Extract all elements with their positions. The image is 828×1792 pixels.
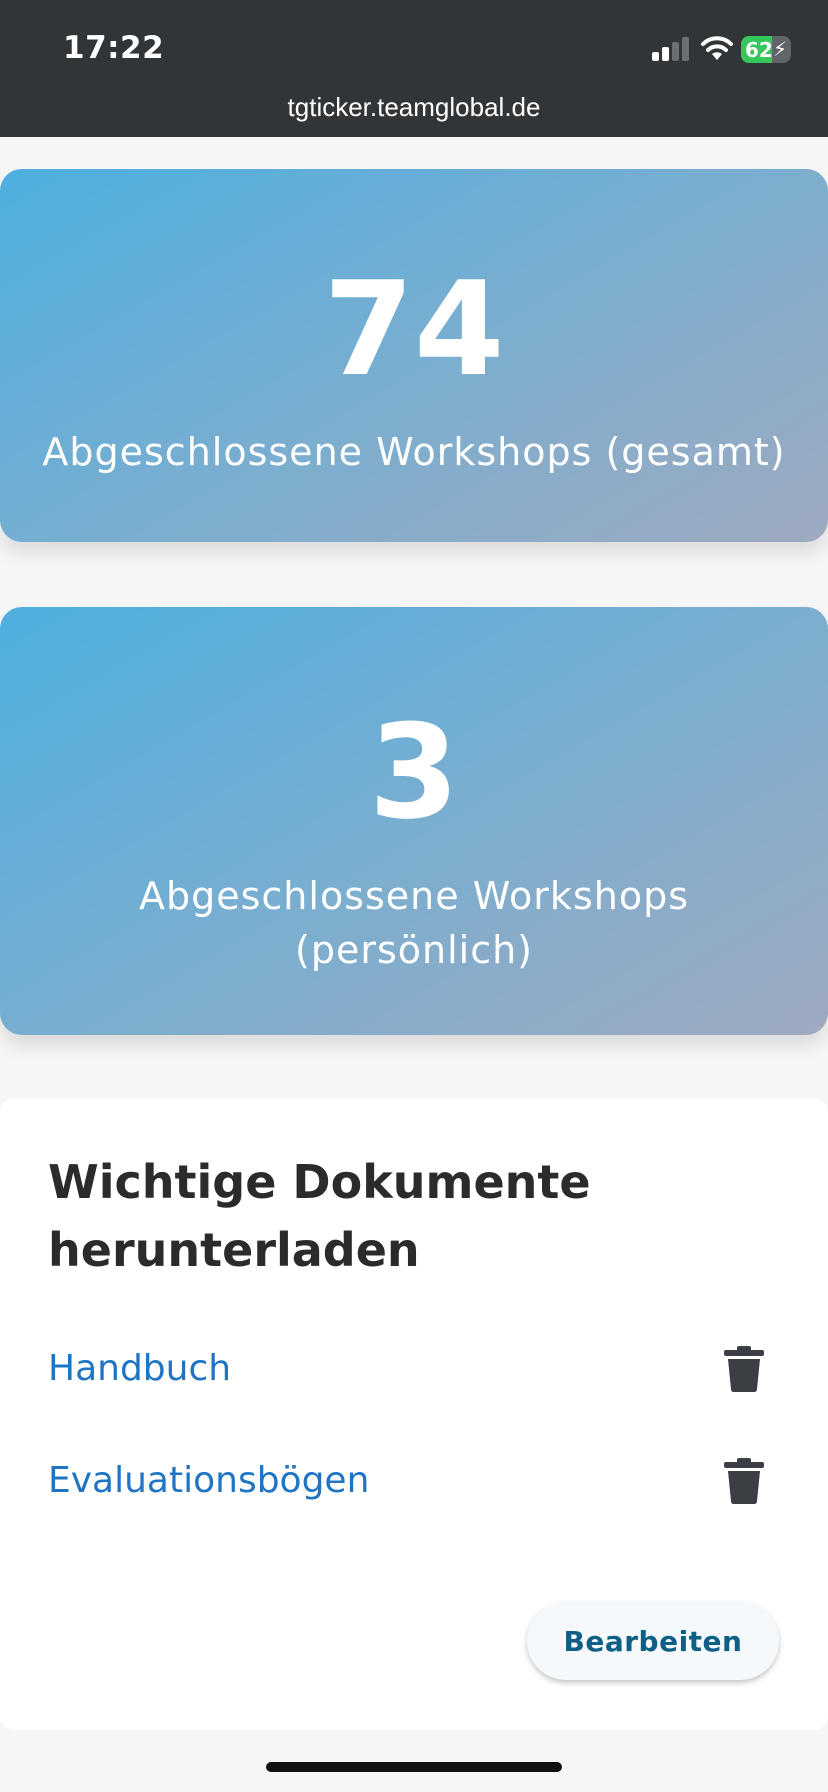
battery-percentage: 62 xyxy=(745,38,773,62)
stat-label: Abgeschlossene Workshops (persönlich) xyxy=(139,874,689,972)
wifi-icon xyxy=(701,36,733,60)
cellular-signal-icon xyxy=(652,37,690,61)
browser-url[interactable]: tgticker.teamglobal.de xyxy=(0,92,828,123)
status-bar: 17:22 62 ⚡ tgticker.teamglobal.de xyxy=(0,0,828,137)
document-row: Handbuch xyxy=(48,1340,764,1400)
stat-number: 3 xyxy=(368,696,460,848)
documents-card: Wichtige Dokumente herunterladen Handbuc… xyxy=(0,1098,828,1730)
stat-label: Abgeschlossene Workshops (gesamt) xyxy=(42,430,786,474)
battery-charging-icon: 62 ⚡ xyxy=(741,36,791,63)
edit-button[interactable]: Bearbeiten xyxy=(527,1602,779,1680)
home-indicator[interactable] xyxy=(266,1762,562,1772)
stat-number: 74 xyxy=(323,253,505,405)
document-link-handbuch[interactable]: Handbuch xyxy=(48,1348,231,1389)
documents-title: Wichtige Dokumente herunterladen xyxy=(48,1155,591,1277)
status-time: 17:22 xyxy=(63,30,165,66)
trash-icon[interactable] xyxy=(724,1458,764,1504)
document-link-evaluationsboegen[interactable]: Evaluationsbögen xyxy=(48,1460,369,1501)
trash-icon[interactable] xyxy=(724,1346,764,1392)
stat-card-total-workshops: 74 Abgeschlossene Workshops (gesamt) xyxy=(0,169,828,542)
stat-card-personal-workshops: 3 Abgeschlossene Workshops (persönlich) xyxy=(0,607,828,1035)
document-row: Evaluationsbögen xyxy=(48,1452,764,1512)
